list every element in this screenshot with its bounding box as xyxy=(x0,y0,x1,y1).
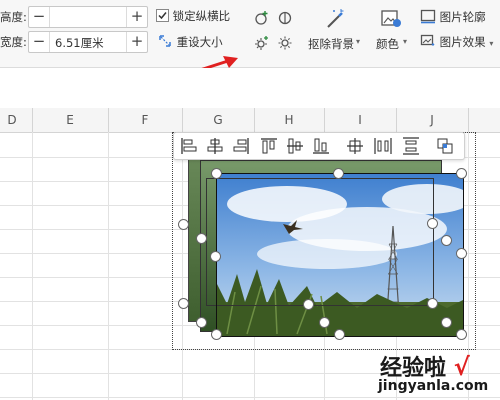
resize-handle[interactable] xyxy=(456,248,467,259)
resize-handle[interactable] xyxy=(178,298,189,309)
picture-selection-box[interactable] xyxy=(216,173,464,337)
resize-handle[interactable] xyxy=(211,329,222,340)
resize-handle[interactable] xyxy=(196,233,207,244)
align-center-both-icon[interactable] xyxy=(346,137,364,155)
watermark-check: √ xyxy=(453,353,470,381)
resize-handle[interactable] xyxy=(211,168,222,179)
resize-handle[interactable] xyxy=(196,317,207,328)
resize-handle[interactable] xyxy=(456,168,467,179)
resize-handle[interactable] xyxy=(319,317,330,328)
column-header-j[interactable]: J xyxy=(396,108,469,132)
watermark-url: jingyanla.com xyxy=(378,378,489,394)
column-header-g[interactable]: G xyxy=(182,108,255,132)
align-bottom-icon[interactable] xyxy=(312,137,330,155)
resize-handle[interactable] xyxy=(303,299,314,310)
resize-handle[interactable] xyxy=(441,317,452,328)
distribute-vertical-icon[interactable] xyxy=(402,137,420,155)
column-header-e[interactable]: E xyxy=(32,108,109,132)
resize-handle[interactable] xyxy=(210,251,221,262)
align-top-icon[interactable] xyxy=(260,137,278,155)
resize-handle[interactable] xyxy=(427,298,438,309)
group-objects-icon[interactable] xyxy=(436,137,454,155)
resize-handle[interactable] xyxy=(334,329,345,340)
resize-handle[interactable] xyxy=(441,235,452,246)
alignment-floating-toolbar xyxy=(173,132,465,160)
formula-bar-area xyxy=(0,68,500,108)
align-right-icon[interactable] xyxy=(232,137,250,155)
column-header-row: D E F G H I J xyxy=(0,108,500,133)
resize-handle[interactable] xyxy=(456,329,467,340)
align-middle-icon[interactable] xyxy=(286,137,304,155)
column-header-h[interactable]: H xyxy=(254,108,325,132)
column-header-k[interactable] xyxy=(468,108,500,132)
align-center-icon[interactable] xyxy=(206,137,224,155)
column-header-i[interactable]: I xyxy=(324,108,397,132)
align-left-icon[interactable] xyxy=(180,137,198,155)
column-header-d[interactable]: D xyxy=(0,108,33,132)
distribute-horizontal-icon[interactable] xyxy=(374,137,392,155)
resize-handle[interactable] xyxy=(333,168,344,179)
resize-handle[interactable] xyxy=(427,218,438,229)
resize-handle[interactable] xyxy=(178,219,189,230)
column-header-f[interactable]: F xyxy=(108,108,183,132)
